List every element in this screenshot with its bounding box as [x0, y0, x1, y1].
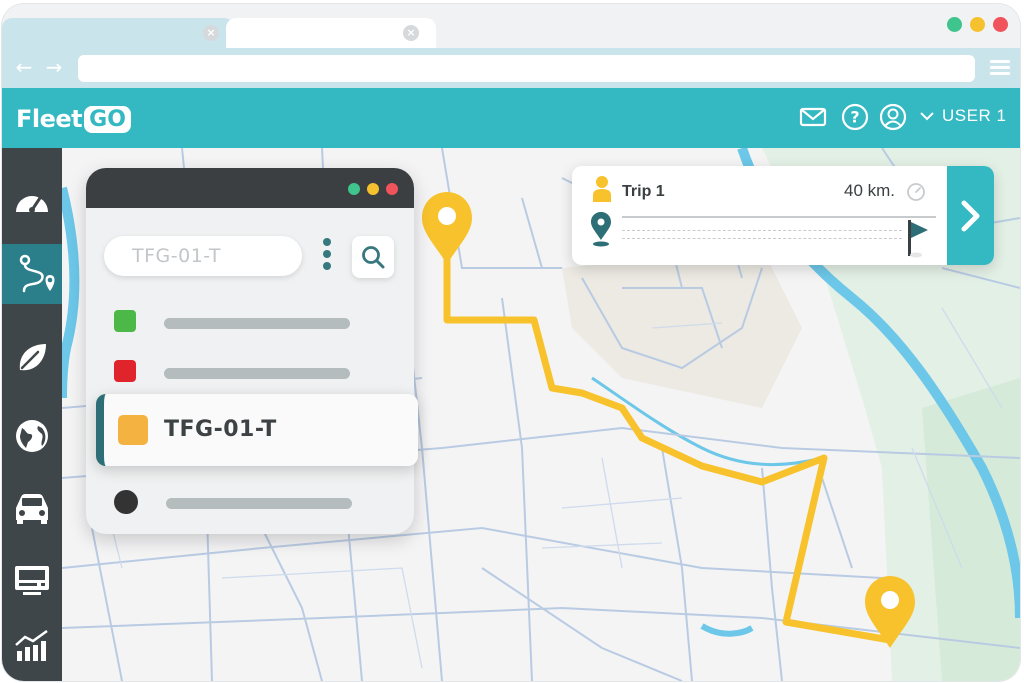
- vehicle-label-placeholder: [164, 318, 350, 329]
- browser-tab-bar: × ×: [2, 4, 1020, 48]
- logo-badge: GO: [84, 105, 131, 133]
- back-arrow-icon[interactable]: ←: [12, 56, 36, 78]
- status-marker-green: [114, 310, 136, 332]
- search-button[interactable]: [352, 236, 394, 278]
- sidebar-item-reports[interactable]: [2, 616, 62, 676]
- logo-text: Fleet: [16, 105, 83, 133]
- start-location-pin-icon[interactable]: [422, 192, 472, 264]
- chart-icon: [15, 629, 48, 661]
- browser-tab[interactable]: ×: [2, 18, 234, 48]
- next-trip-button[interactable]: [947, 166, 994, 265]
- list-item[interactable]: [86, 482, 414, 522]
- vehicle-panel: TFG-01-T TFG-01-T: [86, 168, 418, 534]
- window-maximize-button[interactable]: [947, 17, 962, 32]
- trip-title: Trip 1: [622, 183, 665, 200]
- trip-card[interactable]: Trip 1 40 km.: [572, 166, 994, 265]
- forward-arrow-icon[interactable]: →: [42, 56, 66, 78]
- trip-distance: 40 km.: [844, 181, 896, 200]
- status-marker-red: [114, 360, 136, 382]
- car-icon: [16, 494, 48, 524]
- speedometer-icon: [16, 196, 48, 213]
- help-icon[interactable]: ?: [840, 102, 870, 132]
- trip-progress-line: [622, 216, 936, 218]
- panel-title-bar: [86, 168, 414, 208]
- app-header: Fleet GO ? USER 1: [2, 88, 1020, 148]
- list-item[interactable]: [86, 352, 414, 392]
- browser-address-bar: ← →: [2, 48, 1020, 88]
- user-menu[interactable]: USER 1: [920, 106, 1006, 126]
- browser-tab-active[interactable]: ×: [226, 18, 436, 48]
- close-tab-icon[interactable]: ×: [403, 25, 419, 41]
- finish-flag-icon: [908, 220, 928, 258]
- vehicle-label-placeholder: [166, 498, 352, 509]
- status-marker-black: [114, 490, 138, 514]
- close-tab-icon[interactable]: ×: [203, 25, 219, 41]
- panel-minimize-button[interactable]: [367, 183, 379, 195]
- trip-track: [622, 238, 902, 239]
- fleetgo-logo[interactable]: Fleet GO: [16, 102, 131, 136]
- more-options-icon[interactable]: [321, 238, 333, 274]
- mail-icon[interactable]: [798, 102, 828, 132]
- vehicle-search-input[interactable]: TFG-01-T: [104, 236, 302, 276]
- svg-text:?: ?: [850, 108, 859, 127]
- panel-maximize-button[interactable]: [348, 183, 360, 195]
- sidebar: [2, 148, 75, 681]
- vehicle-label: TFG-01-T: [164, 417, 277, 442]
- status-marker-orange: [118, 415, 148, 445]
- window-close-button[interactable]: [993, 17, 1008, 32]
- user-icon[interactable]: [878, 102, 908, 132]
- monitor-icon: [15, 566, 49, 595]
- search-icon: [362, 246, 385, 269]
- list-item[interactable]: [86, 302, 414, 342]
- sidebar-item-vehicles[interactable]: [2, 478, 62, 538]
- location-pin-icon: [591, 212, 611, 247]
- user-label: USER 1: [942, 106, 1007, 125]
- leaf-icon: [19, 344, 46, 371]
- sidebar-item-devices[interactable]: [2, 550, 62, 610]
- route-icon: [19, 254, 54, 293]
- gauge-icon: [907, 183, 925, 201]
- panel-close-button[interactable]: [386, 183, 398, 195]
- sidebar-item-map[interactable]: [2, 406, 62, 466]
- browser-window: × × ← → Fleet GO ? USER 1 TFG-01-T TFG-0…: [2, 4, 1020, 681]
- chevron-down-icon: [920, 112, 934, 121]
- sidebar-item-dashboard[interactable]: [2, 172, 62, 232]
- url-input[interactable]: [78, 55, 975, 82]
- vehicle-label-placeholder: [164, 368, 350, 379]
- browser-menu-icon[interactable]: [990, 60, 1010, 76]
- list-item-selected[interactable]: TFG-01-T: [96, 394, 418, 466]
- sidebar-item-eco[interactable]: [2, 328, 62, 388]
- globe-icon: [16, 420, 48, 452]
- driver-icon: [593, 176, 611, 202]
- trip-track: [622, 230, 902, 231]
- window-minimize-button[interactable]: [970, 17, 985, 32]
- chevron-right-icon: [961, 200, 979, 231]
